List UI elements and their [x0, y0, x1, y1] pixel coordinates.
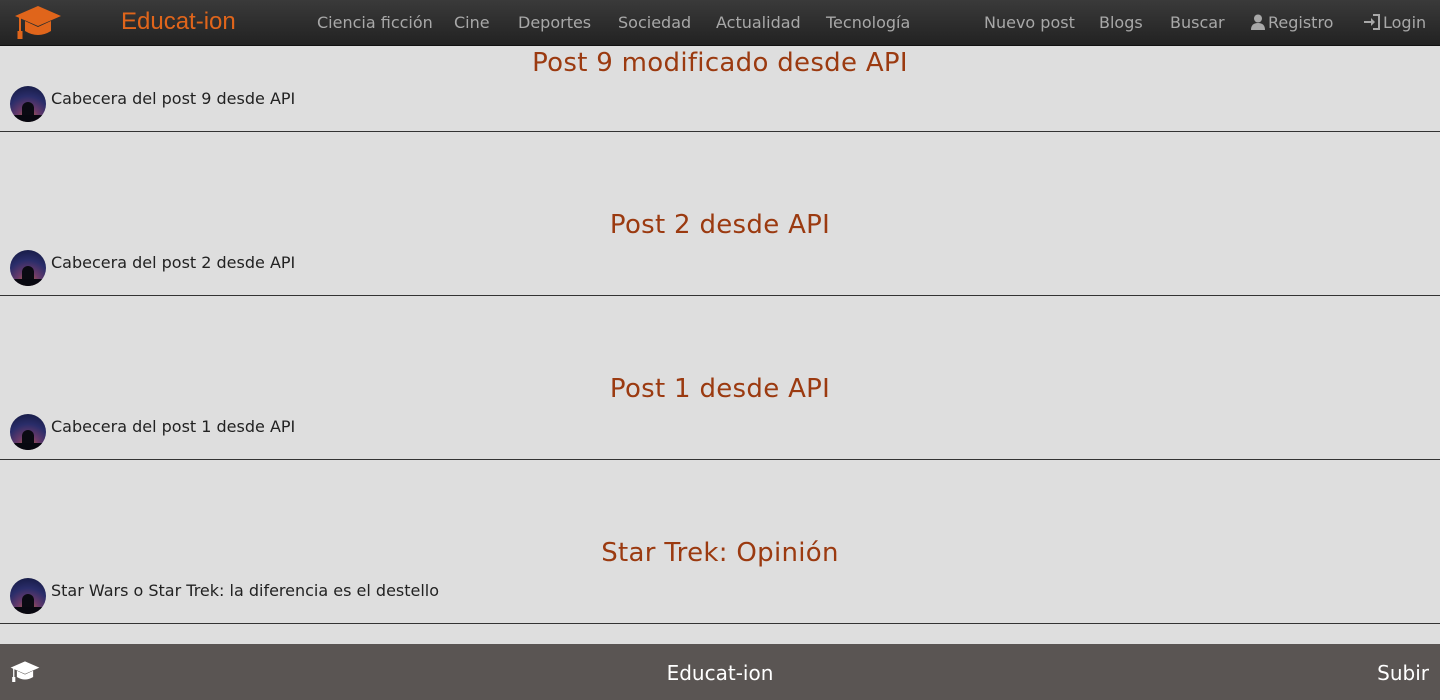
nav-cine[interactable]: Cine [454, 13, 490, 32]
user-icon [1251, 14, 1265, 30]
post-summary: Cabecera del post 1 desde API [51, 417, 296, 436]
post-item: Post 9 modificado desde API Cabecera del… [0, 46, 1440, 132]
post-title[interactable]: Post 9 modificado desde API [0, 48, 1440, 78]
post-summary: Cabecera del post 9 desde API [51, 89, 296, 108]
back-to-top-link[interactable]: Subir [1377, 661, 1429, 685]
post-summary: Cabecera del post 2 desde API [51, 253, 296, 272]
brand-link[interactable]: Educat-ion [121, 8, 236, 36]
nav-search[interactable]: Buscar [1170, 13, 1225, 32]
nav-login[interactable]: Login [1364, 13, 1426, 32]
post-title[interactable]: Post 1 desde API [0, 374, 1440, 404]
nav-blogs[interactable]: Blogs [1099, 13, 1143, 32]
footer-brand: Educat-ion [666, 661, 774, 685]
author-avatar [10, 578, 46, 614]
post-summary: Star Wars o Star Trek: la diferencia es … [51, 581, 440, 600]
post-title[interactable]: Post 2 desde API [0, 210, 1440, 240]
author-avatar [10, 86, 46, 122]
nav-login-label: Login [1383, 13, 1427, 32]
nav-actualidad[interactable]: Actualidad [716, 13, 801, 32]
author-avatar [10, 414, 46, 450]
author-avatar [10, 250, 46, 286]
login-icon [1364, 14, 1380, 30]
nav-tecnologia[interactable]: Tecnología [826, 13, 910, 32]
nav-sociedad[interactable]: Sociedad [618, 13, 691, 32]
post-item: Post 1 desde API Cabecera del post 1 des… [0, 296, 1440, 460]
nav-deportes[interactable]: Deportes [518, 13, 591, 32]
nav-ciencia-ficcion[interactable]: Ciencia ficción [317, 13, 433, 32]
top-navbar: Educat-ion Ciencia ficción Cine Deportes… [0, 0, 1440, 46]
nav-register[interactable]: Registro [1251, 13, 1333, 32]
nav-register-label: Registro [1268, 13, 1334, 32]
footer: Educat-ion Subir [0, 644, 1440, 700]
nav-new-post[interactable]: Nuevo post [984, 13, 1075, 32]
post-item: Star Trek: Opinión Star Wars o Star Trek… [0, 460, 1440, 624]
graduation-cap-icon[interactable] [14, 4, 62, 42]
post-item: Post 2 desde API Cabecera del post 2 des… [0, 132, 1440, 296]
post-title[interactable]: Star Trek: Opinión [0, 538, 1440, 568]
